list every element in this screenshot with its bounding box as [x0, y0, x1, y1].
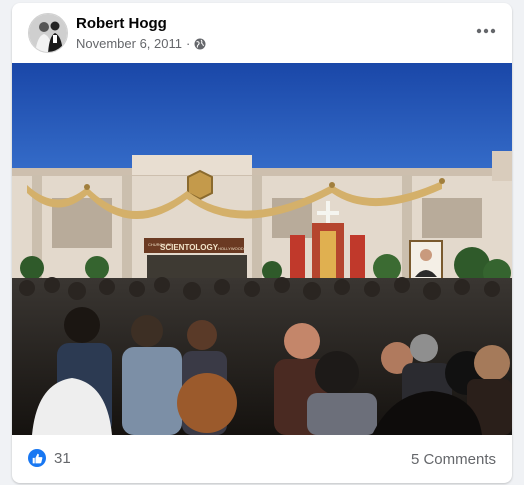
reactions-summary[interactable]: 31 — [28, 449, 71, 467]
post-meta: November 6, 2011 · — [76, 36, 206, 51]
globe-icon[interactable] — [194, 38, 206, 50]
post-date[interactable]: November 6, 2011 — [76, 36, 182, 51]
meta-separator: · — [186, 36, 191, 51]
avatar-image — [29, 14, 67, 52]
post-card: Robert Hogg November 6, 2011 · CHURCH OF… — [12, 3, 512, 483]
sign-text: SCIENTOLOGY — [160, 243, 219, 252]
like-icon — [28, 449, 46, 467]
author-avatar[interactable] — [28, 13, 68, 53]
post-photo[interactable]: CHURCH OF SCIENTOLOGY HOLLYWOOD — [12, 63, 512, 435]
author-name[interactable]: Robert Hogg — [76, 15, 167, 32]
post-footer: 31 5 Comments — [12, 435, 512, 483]
more-options-button[interactable] — [472, 17, 500, 45]
photo-image: CHURCH OF SCIENTOLOGY HOLLYWOOD — [12, 63, 512, 435]
more-options-icon — [476, 28, 496, 34]
comments-count[interactable]: 5 Comments — [411, 451, 496, 468]
sign-text-suffix: HOLLYWOOD — [218, 246, 244, 251]
reaction-count: 31 — [54, 449, 71, 467]
post-header: Robert Hogg November 6, 2011 · — [12, 3, 512, 63]
